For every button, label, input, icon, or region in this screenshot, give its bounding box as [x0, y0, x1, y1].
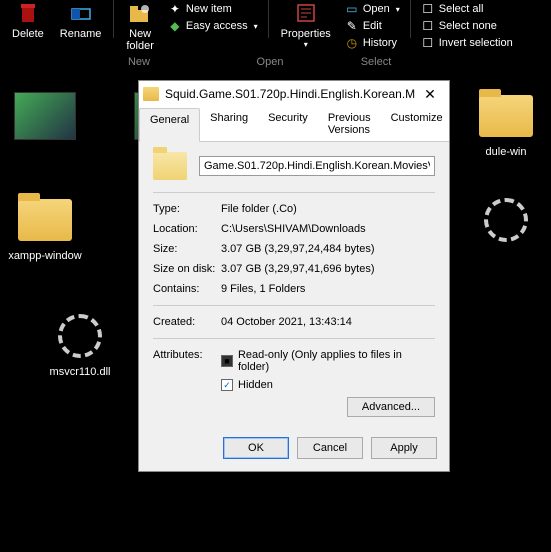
checkbox-readonly[interactable]: ■ Read-only (Only applies to files in fo… [221, 349, 435, 373]
ribbon-open[interactable]: ▭Open▾ [345, 2, 400, 16]
open-icon: ▭ [345, 2, 359, 16]
tab-customize[interactable]: Customize [381, 107, 453, 141]
value-location: C:\Users\SHIVAM\Downloads [221, 223, 435, 235]
dialog-tabs: General Sharing Security Previous Versio… [139, 107, 449, 142]
folder-icon [153, 152, 187, 180]
ribbon-invert-selection[interactable]: ☐Invert selection [421, 36, 513, 50]
new-folder-icon [127, 0, 153, 26]
ribbon-history[interactable]: ◷History [345, 36, 400, 50]
label-contains: Contains: [153, 283, 221, 295]
value-type: File folder (.Co) [221, 203, 435, 215]
invert-icon: ☐ [421, 36, 435, 50]
chevron-down-icon: ▾ [304, 40, 308, 49]
tab-general[interactable]: General [139, 108, 200, 142]
checkbox-icon: ✓ [221, 379, 233, 391]
file-item[interactable]: msvcr110.dll [41, 310, 119, 390]
ribbon-edit[interactable]: ✎Edit [345, 19, 400, 33]
label-location: Location: [153, 223, 221, 235]
folder-icon [143, 87, 159, 101]
ribbon-open-small: ▭Open▾ ✎Edit ◷History [339, 2, 406, 50]
ribbon-new-item[interactable]: ✦New item [168, 2, 258, 16]
ok-button[interactable]: OK [223, 437, 289, 459]
apply-button[interactable]: Apply [371, 437, 437, 459]
ribbon-properties[interactable]: Properties ▾ [273, 0, 339, 51]
label-size: Size: [153, 243, 221, 255]
ribbon-easy-access[interactable]: ◆Easy access▾ [168, 19, 258, 33]
checkbox-icon: ■ [221, 355, 233, 367]
advanced-button[interactable]: Advanced... [347, 397, 435, 417]
checkbox-hidden[interactable]: ✓ Hidden [221, 379, 435, 391]
ribbon-new-folder[interactable]: New folder [118, 0, 162, 54]
cancel-button[interactable]: Cancel [297, 437, 363, 459]
label-created: Created: [153, 316, 221, 328]
dialog-title: Squid.Game.S01.720p.Hindi.English.Korean… [165, 87, 415, 101]
label-attributes: Attributes: [153, 349, 221, 417]
ribbon-select-none[interactable]: ☐Select none [421, 19, 513, 33]
select-none-icon: ☐ [421, 19, 435, 33]
close-button[interactable]: ✕ [415, 86, 445, 103]
dialog-titlebar[interactable]: Squid.Game.S01.720p.Hindi.English.Korean… [139, 81, 449, 107]
filename-input[interactable] [199, 156, 435, 176]
label-type: Type: [153, 203, 221, 215]
file-item[interactable]: xampp-window [6, 194, 84, 274]
file-item[interactable] [467, 194, 545, 274]
properties-dialog: Squid.Game.S01.720p.Hindi.English.Korean… [138, 80, 450, 472]
sparkle-icon: ✦ [168, 2, 182, 16]
value-size: 3.07 GB (3,29,97,24,484 bytes) [221, 243, 435, 255]
ribbon-new-small: ✦New item ◆Easy access▾ [162, 2, 264, 33]
delete-icon [15, 0, 41, 26]
history-icon: ◷ [345, 36, 359, 50]
value-contains: 9 Files, 1 Folders [221, 283, 435, 295]
file-item[interactable] [6, 90, 84, 158]
chevron-down-icon: ▾ [396, 5, 400, 14]
value-size-on-disk: 3.07 GB (3,29,97,41,696 bytes) [221, 263, 435, 275]
ribbon-rename[interactable]: Rename [52, 0, 110, 42]
label-size-on-disk: Size on disk: [153, 263, 221, 275]
select-all-icon: ☐ [421, 2, 435, 16]
easy-access-icon: ◆ [168, 19, 182, 33]
tab-previous-versions[interactable]: Previous Versions [318, 107, 381, 141]
edit-icon: ✎ [345, 19, 359, 33]
tab-security[interactable]: Security [258, 107, 318, 141]
ribbon-delete[interactable]: Delete [4, 0, 52, 42]
ribbon-select-all[interactable]: ☐Select all [421, 2, 513, 16]
rename-icon [68, 0, 94, 26]
file-item[interactable]: dule-win [467, 90, 545, 158]
ribbon-select-small: ☐Select all ☐Select none ☐Invert selecti… [415, 2, 519, 50]
chevron-down-icon: ▾ [254, 22, 258, 31]
tab-sharing[interactable]: Sharing [200, 107, 258, 141]
properties-icon [293, 0, 319, 26]
value-created: 04 October 2021, 13:43:14 [221, 316, 435, 328]
